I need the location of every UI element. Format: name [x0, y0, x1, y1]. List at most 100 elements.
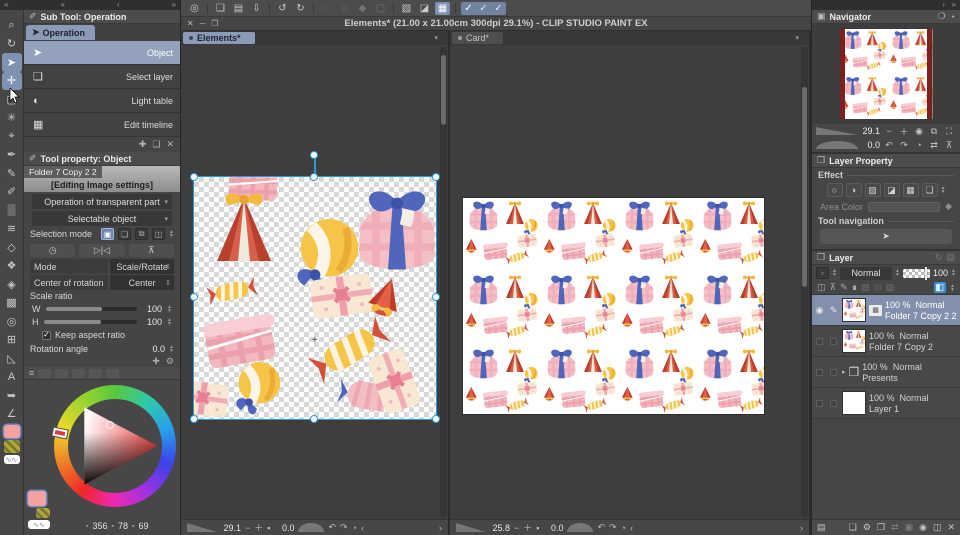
color-mixing-tab[interactable] — [89, 368, 103, 378]
apply-mask-icon[interactable]: ◫ — [933, 522, 942, 533]
tool-eraser[interactable]: ◇ — [2, 238, 22, 257]
flip-horizontal-button[interactable]: ▷|◁ — [79, 243, 125, 257]
layer-color-icon[interactable]: ◧ — [933, 282, 947, 293]
navigator-zoom-value[interactable]: 29.1 — [861, 126, 880, 136]
subtool-detail-icon[interactable]: ⚙ — [166, 356, 174, 367]
rotation-angle-stepper[interactable]: ▲ ▼ — [169, 344, 174, 353]
effect-halftone-icon[interactable]: ◑ — [845, 183, 862, 197]
height-value[interactable]: 100 — [142, 317, 162, 327]
nav-flip-vertical-icon[interactable]: ⊼ — [943, 140, 955, 151]
sub-color-swatch[interactable] — [36, 508, 50, 518]
background-color-swatch[interactable] — [3, 440, 20, 453]
color-wheel-tab[interactable] — [38, 368, 52, 378]
effect-stepper[interactable]: ▲ ▼ — [941, 186, 946, 195]
navigator-preview-area[interactable] — [812, 24, 960, 124]
selection-mode-stepper[interactable]: ▲ ▼ — [169, 230, 174, 239]
zoom-out-icon[interactable]: − — [245, 523, 250, 533]
selection-launcher-icon[interactable]: ▧ — [399, 2, 414, 15]
nav-zoom-out-icon[interactable]: − — [883, 126, 895, 136]
new-file-icon[interactable]: ❑ — [213, 2, 228, 15]
undo-icon[interactable]: ↺ — [275, 2, 290, 15]
reset-rotation-icon[interactable]: ◔ — [352, 523, 357, 533]
layer-name[interactable]: Folder 7 Copy 2 2 — [885, 311, 957, 321]
subview-tab-icon[interactable]: ❍ — [937, 11, 945, 22]
center-dropdown[interactable]: Center ⇕ — [110, 275, 174, 290]
tool-brush[interactable]: ✐ — [2, 183, 22, 202]
enable-mask-icon[interactable]: ◎ — [874, 282, 882, 293]
tool-move-layer[interactable]: ✛ — [1, 71, 22, 90]
transform-handle-e[interactable] — [432, 293, 440, 301]
collapse-left3-icon[interactable]: ‹ — [117, 1, 120, 9]
layer-row-presents[interactable]: ▸ ❒ 100 % Normal Presents — [812, 357, 960, 388]
selection-mode-multiply-button[interactable]: ◫ — [152, 228, 166, 240]
tab-elements[interactable]: Elements* — [183, 32, 255, 44]
transform-handle-w[interactable] — [190, 293, 198, 301]
selection-mode-subtract-button[interactable]: ⧉ — [135, 228, 149, 240]
transform-handle-s[interactable] — [310, 415, 318, 423]
color-slider-tab[interactable] — [55, 368, 69, 378]
tool-frame-border[interactable]: ⊞ — [2, 331, 22, 350]
width-stepper[interactable]: ▲ ▼ — [167, 304, 172, 313]
lock-layer-icon[interactable]: ∎ — [852, 282, 858, 293]
card-canvas-area[interactable] — [450, 45, 809, 519]
visibility-checkbox[interactable] — [816, 368, 823, 376]
subtool-item-edit-timeline[interactable]: ▦ Edit timeline — [24, 113, 180, 137]
effect-extract-icon[interactable]: ❏ — [921, 183, 938, 197]
card-rotation-value[interactable]: 0.0 — [543, 523, 564, 533]
edit-checkbox[interactable] — [830, 399, 837, 407]
rotation-slider[interactable] — [567, 523, 594, 532]
combine-layer-icon[interactable]: ▣ — [905, 522, 914, 533]
subtool-item-select-layer[interactable]: ❏ Select layer — [24, 65, 180, 89]
tool-pen[interactable]: ✒ — [2, 146, 22, 165]
layer-row-folder-7-copy-2[interactable]: 100 % Normal Folder 7 Copy 2 — [812, 326, 960, 357]
folder-expand-icon[interactable]: ▸ — [842, 368, 846, 376]
elements-rotation-value[interactable]: 0.0 — [274, 523, 295, 533]
tool-balloon[interactable]: ➥ — [2, 386, 22, 405]
back-icon[interactable]: ‹ — [630, 523, 633, 533]
tab-list-chevron-icon[interactable]: ▾ — [434, 34, 438, 42]
transform-handle-nw[interactable] — [190, 173, 198, 181]
navigator-rotation-slider[interactable] — [816, 141, 858, 149]
tool-object[interactable]: ➤ — [1, 53, 22, 72]
zoom-in-icon[interactable]: ＋ — [254, 521, 263, 534]
selection-mode-new-button[interactable]: ▣ — [101, 228, 115, 240]
color-history-tab[interactable] — [106, 368, 120, 378]
tool-rotate-view[interactable]: ↻ — [2, 35, 22, 54]
edit-checkbox[interactable] — [830, 368, 837, 376]
nav-fit-screen-icon[interactable]: ⧉ — [928, 126, 940, 137]
effect-tone-icon[interactable]: ○ — [826, 183, 843, 197]
draft-layer-icon[interactable]: ✎ — [840, 282, 848, 293]
tool-pencil[interactable]: ✎ — [2, 164, 22, 183]
information-tab-icon[interactable]: ◔ — [950, 12, 955, 22]
rotate-left-icon[interactable]: ↶ — [328, 522, 336, 533]
layer-name[interactable]: Layer 1 — [869, 404, 929, 414]
main-color-swatch[interactable] — [28, 491, 46, 506]
selection-mode-add-button[interactable]: ❏ — [118, 228, 132, 240]
layer-thumbnail[interactable] — [842, 298, 866, 322]
minimize-window-icon[interactable]: ─ — [200, 19, 206, 28]
nav-rotate-right-icon[interactable]: ↷ — [898, 140, 910, 151]
visibility-eye-icon[interactable]: ◉ — [814, 305, 825, 316]
transform-handle-sw[interactable] — [190, 415, 198, 423]
tool-figure[interactable]: ◺ — [2, 349, 22, 368]
new-folder-icon[interactable]: ❒ — [877, 522, 885, 533]
open-file-icon[interactable]: ▤ — [231, 2, 246, 15]
delete-subtool-icon[interactable]: ✕ — [166, 139, 174, 150]
layer-thumbnail[interactable] — [842, 391, 866, 415]
layer-mask-icon[interactable]: ◉ — [919, 522, 927, 533]
tool-blur[interactable]: ◎ — [2, 312, 22, 331]
crop-icon[interactable]: ◪ — [417, 2, 432, 15]
height-stepper[interactable]: ▲ ▼ — [167, 317, 172, 326]
lock-transparent-icon[interactable]: ▧ — [861, 282, 870, 293]
card-canvas[interactable] — [463, 198, 764, 414]
transform-handle-ne[interactable] — [432, 173, 440, 181]
subtool-group-tab[interactable]: ➤ Operation — [26, 25, 96, 40]
collapse-left-icon[interactable]: « — [4, 1, 8, 9]
nav-reset-rotation-icon[interactable]: ◔ — [913, 140, 925, 150]
elements-zoom-value[interactable]: 29.1 — [221, 523, 241, 533]
tab-card[interactable]: Card* — [452, 32, 504, 44]
panel-menu-icon[interactable]: ≡ — [29, 368, 34, 378]
nav-flip-horizontal-icon[interactable]: ⇄ — [928, 140, 940, 151]
rotation-handle[interactable] — [310, 151, 318, 159]
color-set-tab[interactable] — [72, 368, 86, 378]
